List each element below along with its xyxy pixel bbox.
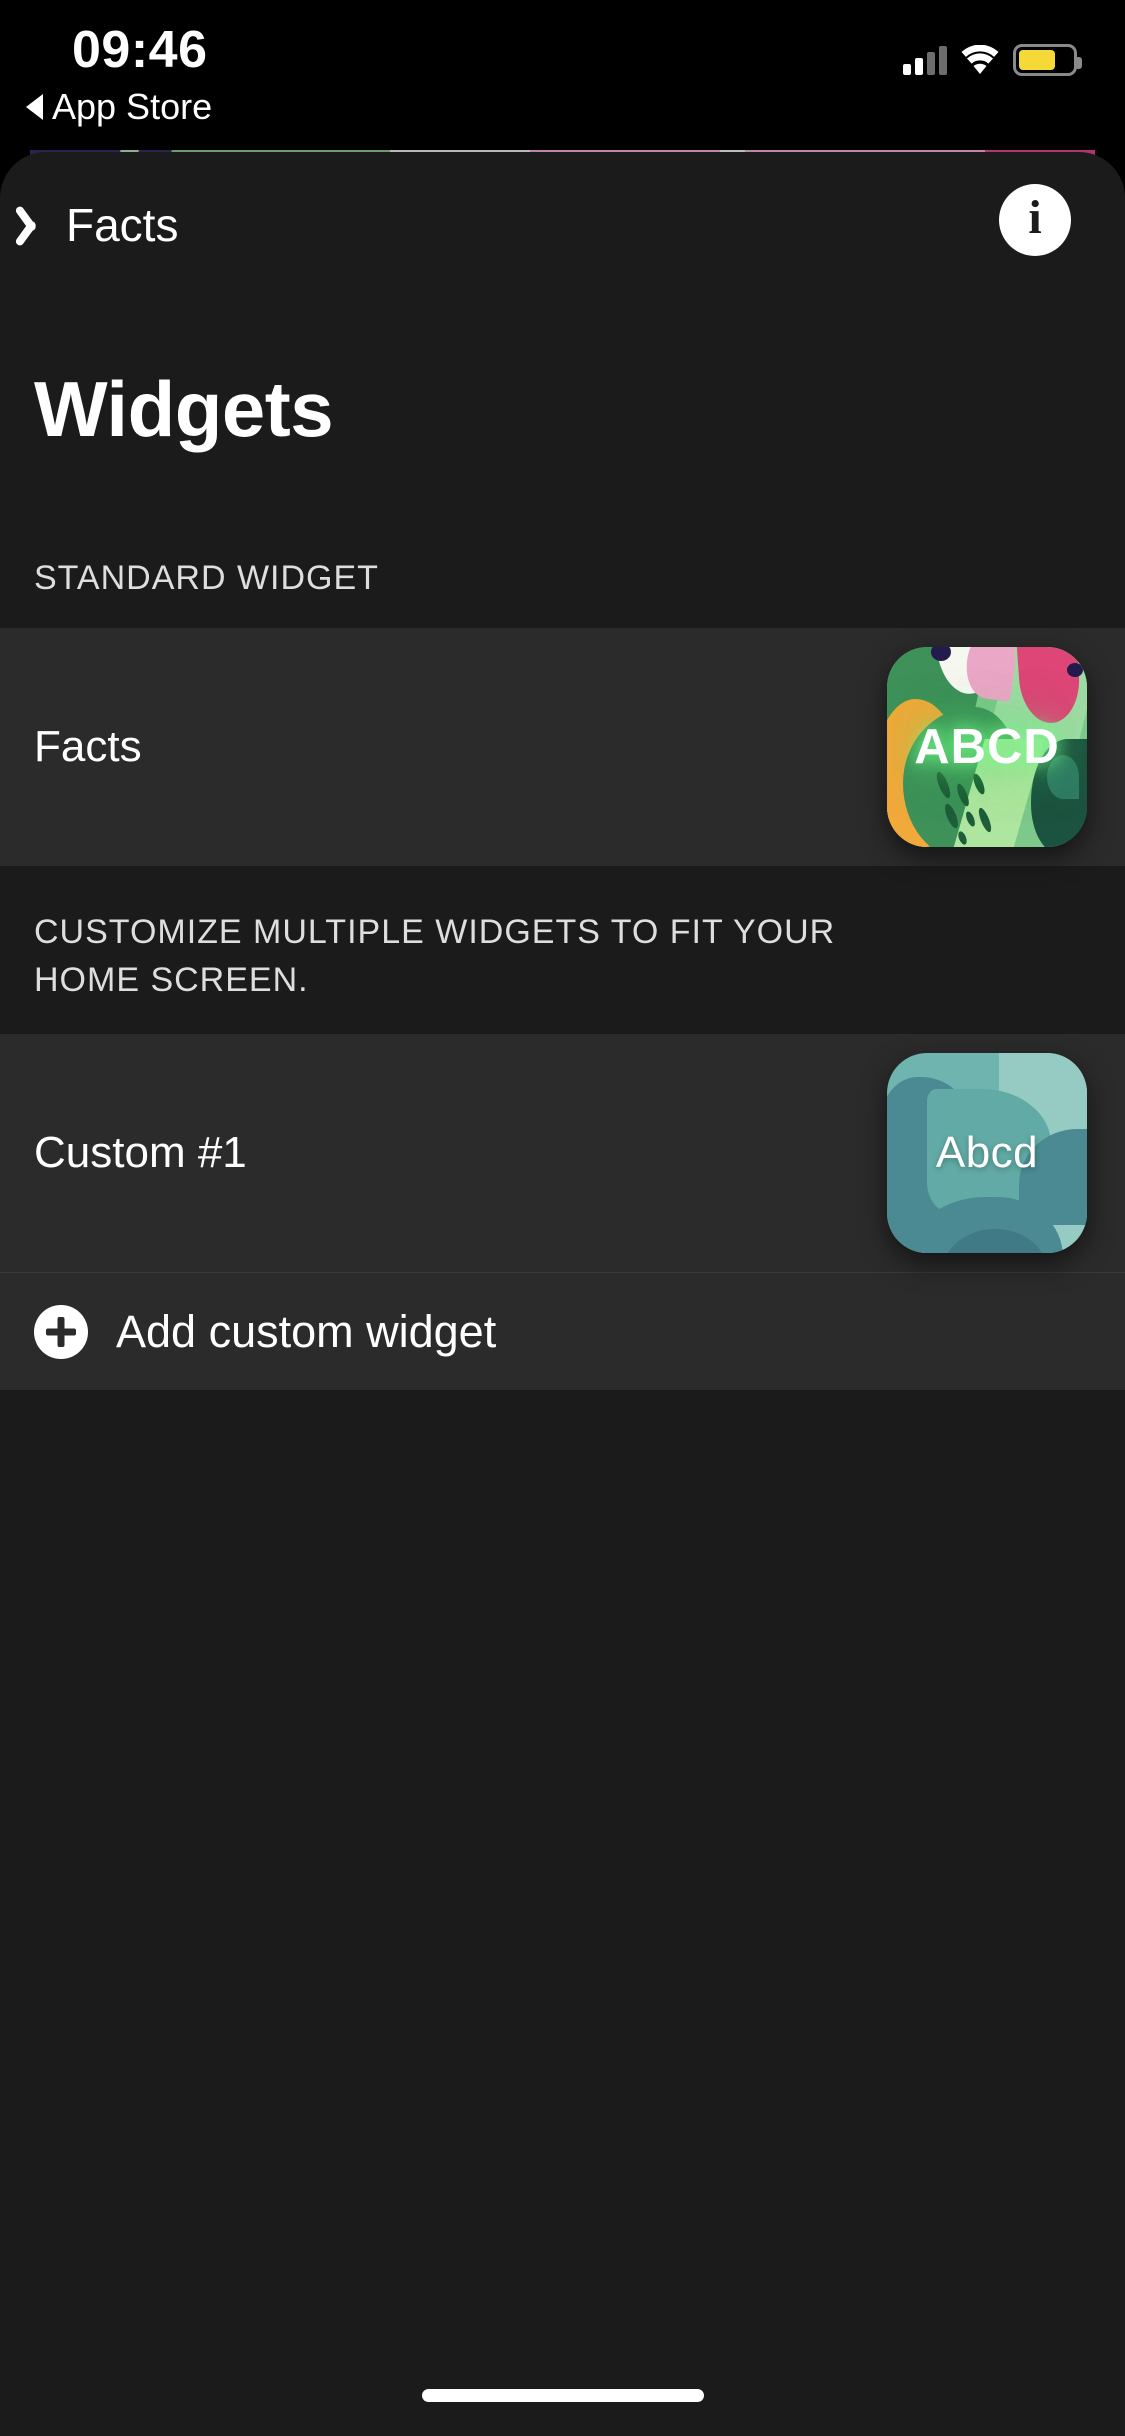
custom-widget-group: Custom #1 Abcd Add custom widget <box>0 1034 1125 1390</box>
navigation-bar: Facts i <box>0 152 1125 292</box>
standard-widget-section-header: STANDARD WIDGET <box>34 559 379 597</box>
facts-row-label: Facts <box>34 722 142 771</box>
wifi-icon <box>961 44 999 75</box>
list-item-custom-1[interactable]: Custom #1 Abcd <box>0 1034 1125 1272</box>
status-bar-indicators <box>903 44 1082 76</box>
widgets-sheet: Facts i Widgets STANDARD WIDGET Facts AB… <box>0 152 1125 2436</box>
home-indicator[interactable] <box>421 2389 704 2402</box>
back-triangle-icon <box>26 94 43 120</box>
plus-circle-icon <box>34 1304 88 1359</box>
custom-row-label: Custom #1 <box>34 1128 247 1177</box>
info-glyph: i <box>1028 191 1042 244</box>
back-button[interactable]: Facts <box>26 198 178 252</box>
custom-widget-section-footer: CUSTOMIZE MULTIPLE WIDGETS TO FIT YOUR H… <box>34 913 836 999</box>
status-bar-time: 09:46 <box>72 21 208 79</box>
phone-screen: 09:46 App Store Facts i Widgets STANDARD… <box>0 0 1125 2436</box>
custom-widget-preview[interactable]: Abcd <box>887 1053 1087 1253</box>
facts-widget-preview[interactable]: ABCD <box>887 647 1087 847</box>
return-to-app-store-button[interactable]: App Store <box>26 86 212 128</box>
add-custom-widget-label: Add custom widget <box>116 1305 497 1357</box>
page-title: Widgets <box>34 365 334 453</box>
custom-widget-preview-text: Abcd <box>935 1128 1039 1177</box>
standard-widget-group: Facts ABCD <box>0 628 1125 866</box>
chevron-left-icon <box>26 202 52 248</box>
list-item-facts[interactable]: Facts ABCD <box>0 628 1125 866</box>
cellular-signal-icon <box>903 45 947 75</box>
facts-widget-preview-text: ABCD <box>914 720 1060 774</box>
back-button-label: Facts <box>66 199 179 251</box>
return-to-app-label: App Store <box>52 86 213 127</box>
add-custom-widget-button[interactable]: Add custom widget <box>0 1272 1125 1390</box>
info-circle-icon[interactable]: i <box>999 184 1071 256</box>
battery-icon <box>1013 44 1082 76</box>
